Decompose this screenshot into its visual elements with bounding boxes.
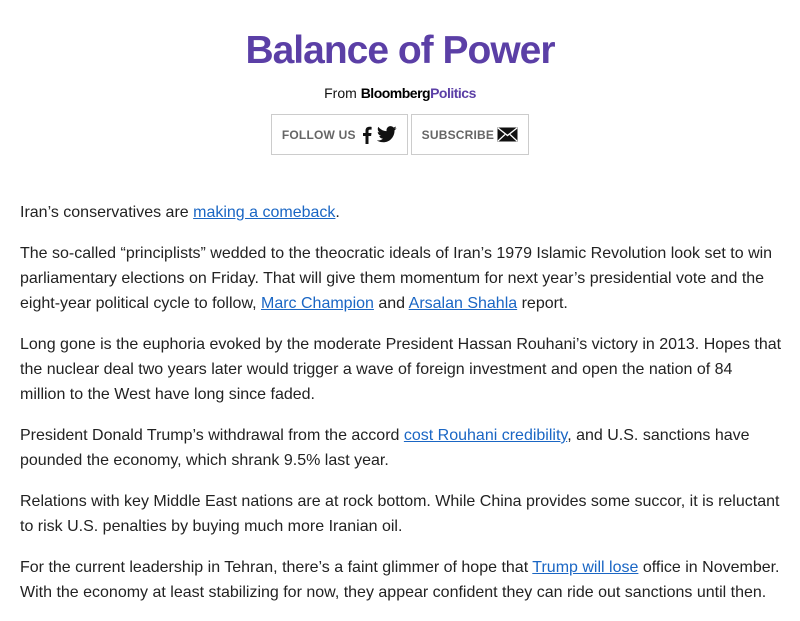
paragraph-5: Relations with key Middle East nations a… (20, 493, 780, 535)
facebook-icon[interactable] (362, 126, 372, 144)
paragraph-4: President Donald Trump’s withdrawal from… (20, 427, 750, 469)
paragraph-3: Long gone is the euphoria evoked by the … (20, 336, 782, 403)
follow-us-label: FOLLOW US (281, 127, 356, 142)
brand-name: Bloomberg (360, 85, 431, 101)
article-body: Iran’s conservatives are making a comeba… (20, 200, 782, 621)
from-line: From BloombergPolitics (0, 84, 800, 102)
marc-champion-link[interactable]: Marc Champion (261, 295, 374, 312)
mail-icon (497, 127, 518, 142)
paragraph-1: Iran’s conservatives are making a comeba… (20, 204, 340, 221)
twitter-icon[interactable] (376, 126, 397, 143)
cost-rouhani-credibility-link[interactable]: cost Rouhani credibility (404, 427, 567, 444)
subscribe-label: SUBSCRIBE (421, 127, 495, 142)
paragraph-2: The so-called “principlists” wedded to t… (20, 245, 773, 312)
newsletter-header: Balance of Power From BloombergPolitics … (0, 0, 800, 155)
making-a-comeback-link[interactable]: making a comeback (193, 204, 335, 221)
page-title: Balance of Power (245, 29, 555, 72)
from-prefix: From (324, 85, 357, 101)
follow-us-button[interactable]: FOLLOW US (270, 114, 408, 155)
brand-accent: Politics (430, 85, 476, 101)
paragraph-6: For the current leadership in Tehran, th… (20, 559, 780, 601)
trump-will-lose-link[interactable]: Trump will lose (532, 559, 638, 576)
subscribe-button[interactable]: SUBSCRIBE (410, 114, 530, 155)
arsalan-shahla-link[interactable]: Arsalan Shahla (409, 295, 518, 312)
social-buttons: FOLLOW US SUBSCRIBE (0, 114, 800, 155)
